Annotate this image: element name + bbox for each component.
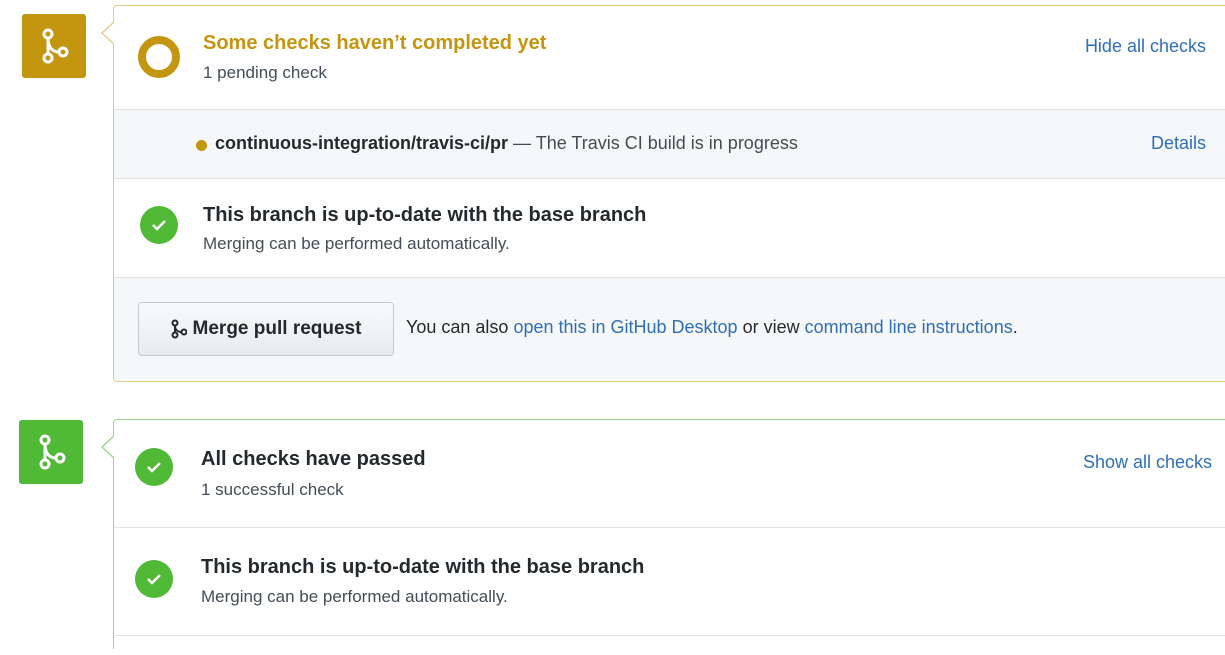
branch-status-title: This branch is up-to-date with the base …: [203, 204, 647, 226]
merge-actions: Merge pull request You can also open thi…: [114, 277, 1225, 379]
merge-status-panel-pending: Some checks haven’t completed yet 1 pend…: [101, 5, 1225, 382]
branch-status-subtitle: Merging can be performed automatically.: [203, 234, 510, 253]
merge-status-panel-success: All checks have passed 1 successful chec…: [101, 419, 1225, 649]
checks-title: All checks have passed: [201, 448, 426, 470]
success-check-icon: [135, 560, 173, 598]
git-merge-icon: [42, 28, 69, 64]
pending-status-icon: [138, 36, 180, 78]
check-separator: —: [513, 133, 532, 153]
git-merge-icon: [39, 434, 66, 470]
checks-subtitle: 1 pending check: [203, 63, 327, 82]
success-check-icon: [140, 206, 178, 244]
git-merge-icon: [171, 319, 187, 339]
success-check-icon: [135, 448, 173, 486]
hide-all-checks-link[interactable]: Hide all checks: [1085, 36, 1206, 57]
branch-status-subtitle: Merging can be performed automatically.: [201, 587, 508, 606]
checks-subtitle: 1 successful check: [201, 480, 344, 499]
check-row: continuous-integration/travis-ci/pr — Th…: [114, 109, 1225, 178]
git-merge-icon-badge-pending: [22, 14, 86, 78]
command-line-instructions-link[interactable]: command line instructions: [805, 317, 1013, 337]
check-status-text: The Travis CI build is in progress: [535, 133, 798, 153]
branch-status: This branch is up-to-date with the base …: [114, 527, 1225, 635]
checks-summary: Some checks haven’t completed yet 1 pend…: [114, 6, 1225, 109]
open-in-desktop-link[interactable]: open this in GitHub Desktop: [513, 317, 737, 337]
merge-button-label: Merge pull request: [192, 318, 362, 339]
branch-status: This branch is up-to-date with the base …: [114, 178, 1225, 277]
merge-help-text: You can also open this in GitHub Desktop…: [406, 317, 1018, 337]
show-all-checks-link[interactable]: Show all checks: [1083, 452, 1212, 473]
check-description: continuous-integration/travis-ci/pr — Th…: [215, 133, 798, 154]
checks-summary: All checks have passed 1 successful chec…: [114, 420, 1225, 527]
check-name: continuous-integration/travis-ci/pr: [215, 133, 509, 153]
check-details-link[interactable]: Details: [1151, 133, 1206, 154]
merge-pull-request-button[interactable]: Merge pull request: [138, 302, 394, 356]
checks-title: Some checks haven’t completed yet: [203, 32, 547, 54]
branch-status-title: This branch is up-to-date with the base …: [201, 556, 645, 578]
git-merge-icon-badge-success: [19, 420, 83, 484]
pending-dot-icon: [196, 140, 207, 151]
